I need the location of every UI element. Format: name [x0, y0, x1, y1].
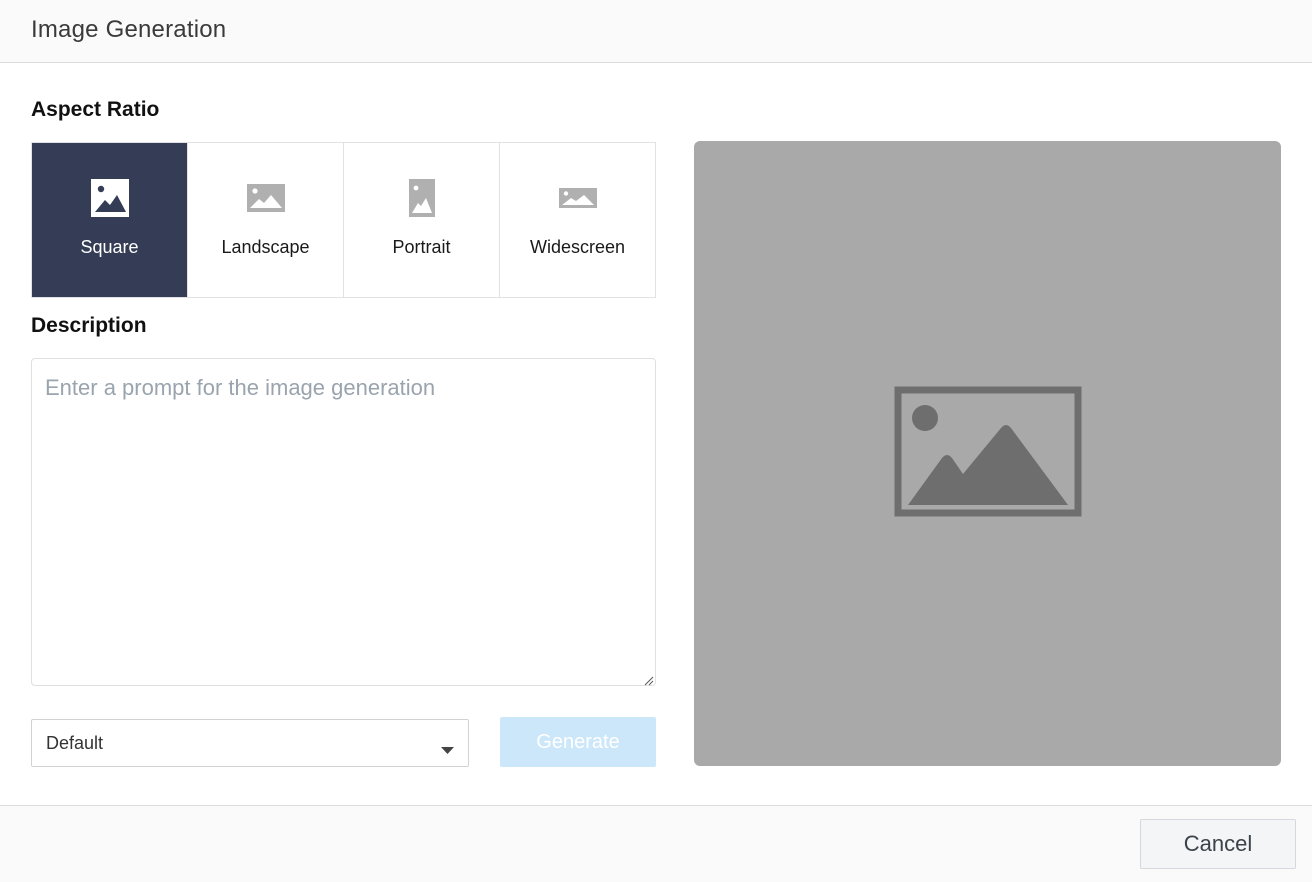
style-select[interactable]: Default: [31, 719, 469, 767]
image-placeholder-icon: [894, 386, 1082, 522]
style-select-value: Default: [46, 733, 104, 753]
dialog-title: Image Generation: [31, 16, 227, 43]
image-generation-dialog: Image Generation Aspect Ratio Square Lan…: [0, 0, 1312, 882]
aspect-option-square[interactable]: Square: [32, 143, 188, 297]
aspect-option-label: Landscape: [221, 237, 310, 257]
aspect-option-label: Portrait: [392, 237, 451, 257]
widescreen-image-icon: [558, 177, 597, 219]
dialog-header: Image Generation: [0, 0, 1312, 63]
aspect-ratio-label: Aspect Ratio: [31, 98, 160, 121]
landscape-image-icon: [246, 177, 285, 219]
aspect-option-label: Widescreen: [529, 237, 626, 257]
aspect-ratio-selector: Square Landscape Portrait Widescreen: [31, 142, 656, 298]
dialog-footer: Cancel: [0, 805, 1312, 882]
square-image-icon: [90, 177, 129, 219]
description-textarea[interactable]: [31, 358, 656, 686]
aspect-option-portrait[interactable]: Portrait: [344, 143, 500, 297]
aspect-option-widescreen[interactable]: Widescreen: [500, 143, 655, 297]
resize-handle-icon[interactable]: [643, 673, 654, 686]
generate-button[interactable]: Generate: [500, 717, 656, 767]
image-preview: [694, 141, 1281, 766]
portrait-image-icon: [408, 177, 435, 219]
aspect-option-label: Square: [80, 237, 139, 257]
chevron-down-icon: [441, 741, 454, 759]
aspect-option-landscape[interactable]: Landscape: [188, 143, 344, 297]
description-label: Description: [31, 314, 147, 337]
cancel-button[interactable]: Cancel: [1140, 819, 1296, 869]
